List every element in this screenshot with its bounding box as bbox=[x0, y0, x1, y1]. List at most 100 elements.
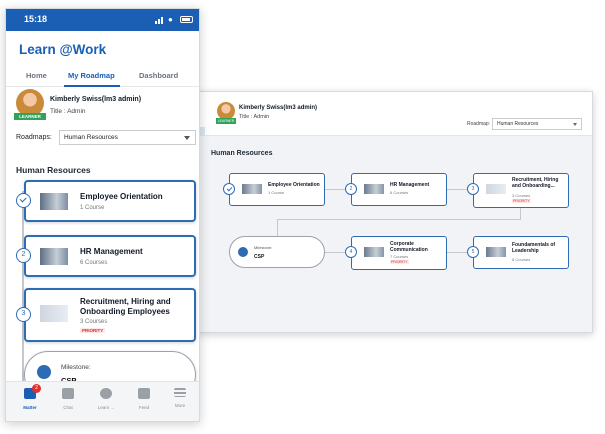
nav-label: Feed bbox=[138, 405, 150, 410]
section-title: Human Resources bbox=[16, 165, 91, 175]
desktop-card-recruitment[interactable]: Recruitment, Hiring and Onboarding... 3 … bbox=[473, 173, 569, 208]
course-count: 3 Courses bbox=[80, 319, 108, 325]
desktop-card-title: Foundamentals of Leadership bbox=[512, 242, 556, 254]
course-thumbnail bbox=[40, 193, 68, 210]
nav-feed[interactable]: Feed bbox=[126, 388, 162, 410]
course-thumbnail bbox=[486, 184, 506, 194]
course-title: Recruitment, Hiring and Onboarding Emplo… bbox=[80, 297, 171, 316]
desktop-step-number: 3 bbox=[467, 183, 479, 195]
menu-icon bbox=[174, 388, 186, 397]
chevron-down-icon bbox=[573, 123, 577, 126]
flag-icon bbox=[37, 365, 51, 379]
desktop-card-title: Employee Orientation bbox=[268, 182, 320, 188]
active-tab-indicator bbox=[64, 85, 120, 87]
signal-icon bbox=[155, 17, 163, 24]
desktop-card-count: 6 Courses bbox=[390, 190, 409, 195]
desktop-window: LEARNER Kimberly Swiss(lm3 admin) Title … bbox=[196, 91, 593, 333]
matter-icon: 2 bbox=[24, 384, 41, 399]
nav-matter[interactable]: 2 Matter bbox=[12, 384, 48, 410]
app-title: Learn @Work bbox=[19, 42, 107, 57]
course-card-hr-management[interactable]: HR Management 6 Courses bbox=[24, 235, 196, 277]
desktop-step-number: 5 bbox=[467, 246, 479, 258]
battery-icon bbox=[180, 16, 193, 23]
desktop-header: LEARNER Kimberly Swiss(lm3 admin) Title … bbox=[197, 92, 592, 136]
desktop-roadmap-value: Human Resources bbox=[497, 121, 539, 127]
desktop-step-number: 2 bbox=[345, 183, 357, 195]
phone-screen: 15:18 ● Learn @Work Home My Roadmap Dash… bbox=[5, 8, 200, 422]
course-thumbnail bbox=[364, 184, 384, 194]
status-bar: 15:18 ● bbox=[6, 9, 199, 31]
course-thumbnail bbox=[364, 247, 384, 257]
course-thumbnail bbox=[40, 305, 68, 322]
roadmap-selected-value: Human Resources bbox=[64, 134, 118, 141]
desktop-card-count: 3 Courses bbox=[512, 193, 531, 198]
nav-label: Matter bbox=[23, 405, 37, 410]
course-count: 6 Courses bbox=[80, 260, 108, 266]
course-thumbnail bbox=[486, 247, 506, 257]
notification-badge: 2 bbox=[32, 384, 41, 393]
roadmap-select[interactable]: Human Resources bbox=[59, 130, 196, 145]
desktop-card-count: 7 Courses bbox=[390, 254, 409, 259]
desktop-connector bbox=[277, 219, 279, 236]
desktop-roadmap-label: Roadmap: bbox=[467, 121, 491, 127]
course-count: 1 Course bbox=[80, 205, 105, 211]
check-icon bbox=[226, 185, 232, 191]
course-title: HR Management bbox=[80, 247, 143, 256]
desktop-card-employee-orientation[interactable]: Employee Orientation 1 Course bbox=[229, 173, 325, 206]
desktop-card-leadership[interactable]: Foundamentals of Leadership 8 Courses bbox=[473, 236, 569, 269]
course-thumbnail bbox=[242, 184, 262, 194]
desktop-step-number: 4 bbox=[345, 246, 357, 258]
desktop-milestone-label: Milestone: bbox=[254, 245, 273, 250]
desktop-card-title: Recruitment, Hiring and Onboarding... bbox=[512, 177, 559, 189]
desktop-milestone[interactable]: Milestone: CSP bbox=[229, 236, 325, 268]
course-thumbnail bbox=[40, 248, 68, 265]
check-icon bbox=[19, 195, 27, 203]
desktop-roadmap-select[interactable]: Human Resources bbox=[492, 118, 582, 130]
bottom-nav: 2 Matter Chat Learn ... Feed More bbox=[6, 381, 199, 421]
user-title: Title : Admin bbox=[50, 108, 86, 115]
course-card-recruitment[interactable]: Recruitment, Hiring and Onboarding Emplo… bbox=[24, 288, 196, 342]
desktop-step-check bbox=[223, 183, 235, 195]
tab-bar: Home My Roadmap Dashboard bbox=[6, 65, 199, 87]
desktop-user-name: Kimberly Swiss(lm3 admin) bbox=[239, 105, 318, 111]
chevron-down-icon bbox=[184, 136, 190, 140]
desktop-card-count: 8 Courses bbox=[512, 257, 531, 262]
step-check bbox=[16, 193, 31, 208]
desktop-learner-badge: LEARNER bbox=[216, 118, 236, 124]
priority-badge: PRIORITY bbox=[512, 199, 531, 203]
feed-icon bbox=[138, 388, 150, 399]
desktop-section-title: Human Resources bbox=[211, 150, 273, 157]
tab-dashboard[interactable]: Dashboard bbox=[139, 71, 178, 80]
learner-badge: LEARNER bbox=[14, 113, 46, 120]
milestone-label: Milestone: bbox=[61, 364, 91, 371]
chat-icon bbox=[62, 388, 74, 399]
desktop-user-title: Title : Admin bbox=[239, 114, 270, 120]
desktop-connector bbox=[277, 219, 521, 221]
desktop-milestone-value: CSP bbox=[254, 254, 265, 260]
status-time: 15:18 bbox=[24, 14, 48, 24]
desktop-card-hr-management[interactable]: HR Management 6 Courses bbox=[351, 173, 447, 206]
nav-label: Chat bbox=[63, 405, 73, 410]
course-card-employee-orientation[interactable]: Employee Orientation 1 Course bbox=[24, 180, 196, 222]
desktop-card-corporate-communication[interactable]: Corporate Communication 7 Courses PRIORI… bbox=[351, 236, 447, 270]
learn-icon bbox=[100, 388, 112, 399]
desktop-card-count: 1 Course bbox=[268, 190, 285, 195]
step-number: 3 bbox=[16, 307, 31, 322]
wifi-icon: ● bbox=[168, 15, 173, 24]
tab-home[interactable]: Home bbox=[26, 71, 47, 80]
nav-more[interactable]: More bbox=[162, 388, 198, 408]
user-name: Kimberly Swiss(lm3 admin) bbox=[50, 96, 142, 103]
desktop-card-title: HR Management bbox=[390, 182, 430, 188]
nav-learn[interactable]: Learn ... bbox=[88, 388, 124, 410]
nav-label: More bbox=[174, 403, 186, 408]
priority-badge: PRIORITY bbox=[390, 260, 409, 264]
tab-my-roadmap[interactable]: My Roadmap bbox=[68, 71, 115, 80]
nav-label: Learn ... bbox=[97, 405, 115, 410]
nav-chat[interactable]: Chat bbox=[50, 388, 86, 410]
desktop-card-title: Corporate Communication bbox=[390, 241, 428, 253]
flag-icon bbox=[238, 247, 248, 257]
roadmaps-label: Roadmaps: bbox=[16, 134, 52, 141]
priority-badge: PRIORITY bbox=[80, 328, 106, 333]
course-title: Employee Orientation bbox=[80, 192, 163, 201]
step-number: 2 bbox=[16, 248, 31, 263]
